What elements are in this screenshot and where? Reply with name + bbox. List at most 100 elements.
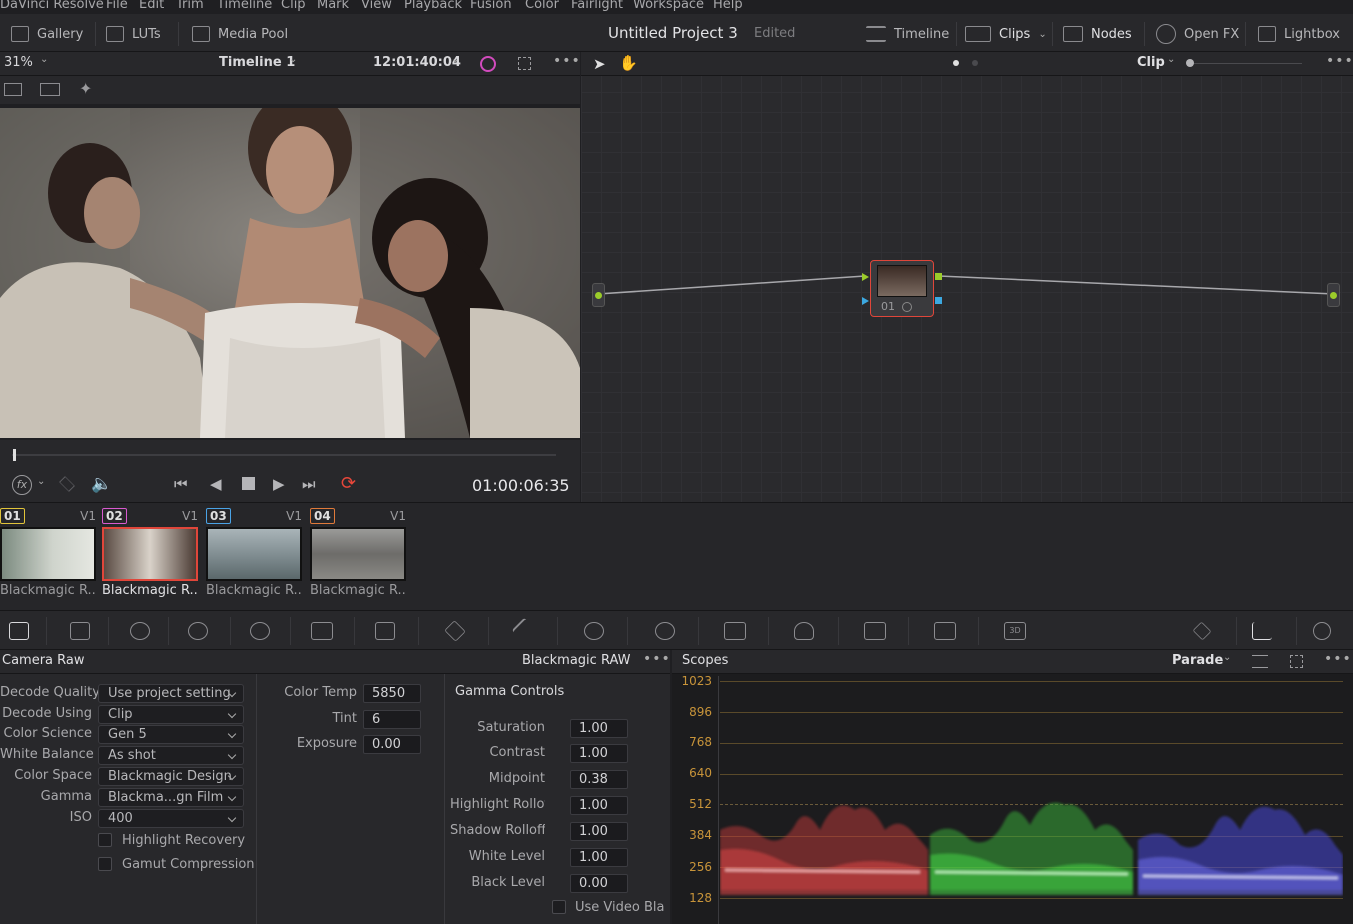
clips-button[interactable]: Clips ⌄ [965, 24, 1047, 44]
menu-file[interactable]: File [106, 0, 128, 12]
sizing-icon[interactable] [934, 622, 956, 640]
hand-tool-icon[interactable]: ✋ [619, 54, 638, 72]
play-icon[interactable]: ▶ [273, 475, 285, 493]
shadow-rolloff-input[interactable]: 1.00 [570, 822, 628, 841]
highlight-rolloff-input[interactable]: 1.00 [570, 796, 628, 815]
menu-workspace[interactable]: Workspace [633, 0, 704, 12]
chevron-down-icon[interactable]: ⌄ [1167, 54, 1175, 65]
menu-trim[interactable]: Trim [176, 0, 204, 12]
playhead[interactable] [13, 449, 16, 461]
output-port[interactable] [1330, 292, 1337, 299]
hdr-wheels-icon[interactable] [188, 622, 208, 640]
skip-end-icon[interactable]: ⏭ [302, 475, 316, 493]
more-options-icon[interactable]: ••• [643, 651, 671, 667]
info-icon[interactable] [1313, 622, 1331, 640]
white-level-input[interactable]: 1.00 [570, 848, 628, 867]
page-dot-active[interactable] [953, 60, 959, 66]
chevron-down-icon[interactable]: ⌄ [289, 54, 297, 65]
zoom-slider[interactable] [1190, 63, 1302, 64]
media-pool-button[interactable]: Media Pool [192, 24, 288, 44]
decode-using-select[interactable]: Clip [98, 705, 244, 724]
node-rgb-output[interactable] [935, 273, 942, 280]
keyframes-icon[interactable] [1192, 621, 1212, 641]
white-balance-select[interactable]: As shot [98, 746, 244, 765]
scope-settings-icon[interactable] [1252, 655, 1268, 668]
expand-icon[interactable] [1290, 655, 1303, 668]
qualifier-icon[interactable] [511, 617, 539, 645]
tint-input[interactable]: 6 [363, 710, 421, 729]
chevron-down-icon[interactable]: ⌄ [37, 476, 45, 487]
luts-button[interactable]: LUTs [106, 24, 161, 44]
gallery-button[interactable]: Gallery [11, 24, 83, 44]
window-icon[interactable] [584, 622, 604, 640]
curves-icon[interactable] [375, 622, 395, 640]
contrast-input[interactable]: 1.00 [570, 744, 628, 763]
chevron-down-icon[interactable]: ⌄ [1223, 652, 1231, 663]
scopes-icon[interactable] [1252, 622, 1272, 640]
menu-timeline[interactable]: Timeline [217, 0, 272, 12]
gamma-select[interactable]: Blackma...gn Film [98, 788, 244, 807]
timeline-select[interactable]: Timeline 1 [219, 55, 295, 70]
magic-wand-icon[interactable]: ✦ [79, 79, 92, 98]
rgb-mixer-icon[interactable] [250, 622, 270, 640]
iso-select[interactable]: 400 [98, 809, 244, 828]
fullscreen-icon[interactable] [518, 57, 531, 70]
zoom-select[interactable]: 31% [4, 55, 33, 70]
split-view-icon[interactable] [4, 83, 22, 96]
loop-icon[interactable]: ⟳ [341, 473, 356, 494]
stop-icon[interactable] [242, 477, 255, 490]
timecode-top[interactable]: 12:01:40:04 [373, 55, 461, 70]
menu-app[interactable]: DaVinci Resolve [0, 0, 104, 12]
skip-start-icon[interactable]: ⏮ [174, 475, 188, 493]
output-node[interactable] [1327, 283, 1340, 307]
scrub-bar[interactable] [12, 454, 556, 456]
page-dot[interactable] [972, 60, 978, 66]
color-space-select[interactable]: Blackmagic Design [98, 767, 244, 786]
menu-fusion[interactable]: Fusion [470, 0, 512, 12]
magic-mask-icon[interactable] [724, 622, 746, 640]
lightbox-button[interactable]: Lightbox [1258, 24, 1340, 44]
menu-fairlight[interactable]: Fairlight [571, 0, 623, 12]
menu-color[interactable]: Color [525, 0, 559, 12]
fx-icon[interactable]: fx [12, 475, 32, 495]
menu-clip[interactable]: Clip [281, 0, 306, 12]
volume-icon[interactable]: 🔈 [91, 474, 112, 494]
color-warper-icon[interactable] [444, 620, 466, 642]
menu-mark[interactable]: Mark [317, 0, 349, 12]
scope-mode-select[interactable]: Parade [1172, 653, 1223, 668]
input-port[interactable] [595, 292, 602, 299]
grid-view-icon[interactable] [40, 83, 60, 96]
exposure-input[interactable]: 0.00 [363, 735, 421, 754]
menu-help[interactable]: Help [713, 0, 743, 12]
midpoint-input[interactable]: 0.38 [570, 770, 628, 789]
color-wheels-icon[interactable] [130, 622, 150, 640]
nodes-button[interactable]: Nodes [1063, 24, 1132, 44]
color-temp-input[interactable]: 5850 [363, 684, 421, 703]
chevron-down-icon[interactable]: ⌄ [40, 54, 48, 65]
color-mode-icon[interactable] [480, 56, 496, 72]
input-node[interactable] [592, 283, 605, 307]
color-match-icon[interactable] [70, 622, 90, 640]
menu-view[interactable]: View [361, 0, 392, 12]
3d-icon[interactable]: 3D [1004, 622, 1026, 640]
more-options-icon[interactable]: ••• [553, 53, 581, 69]
timeline-button[interactable]: Timeline [866, 24, 949, 44]
color-science-select[interactable]: Gen 5 [98, 725, 244, 744]
pointer-tool-icon[interactable]: ➤ [593, 55, 606, 73]
node-key-output[interactable] [935, 297, 942, 304]
node-key-input[interactable] [862, 297, 869, 305]
black-level-input[interactable]: 0.00 [570, 874, 628, 893]
node-mode-select[interactable]: Clip [1137, 55, 1165, 70]
layers-icon[interactable] [59, 476, 75, 492]
more-options-icon[interactable]: ••• [1326, 53, 1353, 69]
play-reverse-icon[interactable]: ◀ [210, 475, 222, 493]
more-options-icon[interactable]: ••• [1324, 651, 1352, 667]
key-icon[interactable] [864, 622, 886, 640]
gamut-compression-checkbox[interactable] [98, 857, 112, 871]
decode-quality-select[interactable]: Use project setting [98, 684, 244, 703]
use-video-black-checkbox[interactable] [552, 900, 566, 914]
blur-icon[interactable] [794, 622, 814, 640]
corrector-node[interactable]: 01 [870, 260, 934, 317]
tracker-icon[interactable] [655, 622, 675, 640]
zoom-slider-handle[interactable] [1186, 59, 1194, 67]
